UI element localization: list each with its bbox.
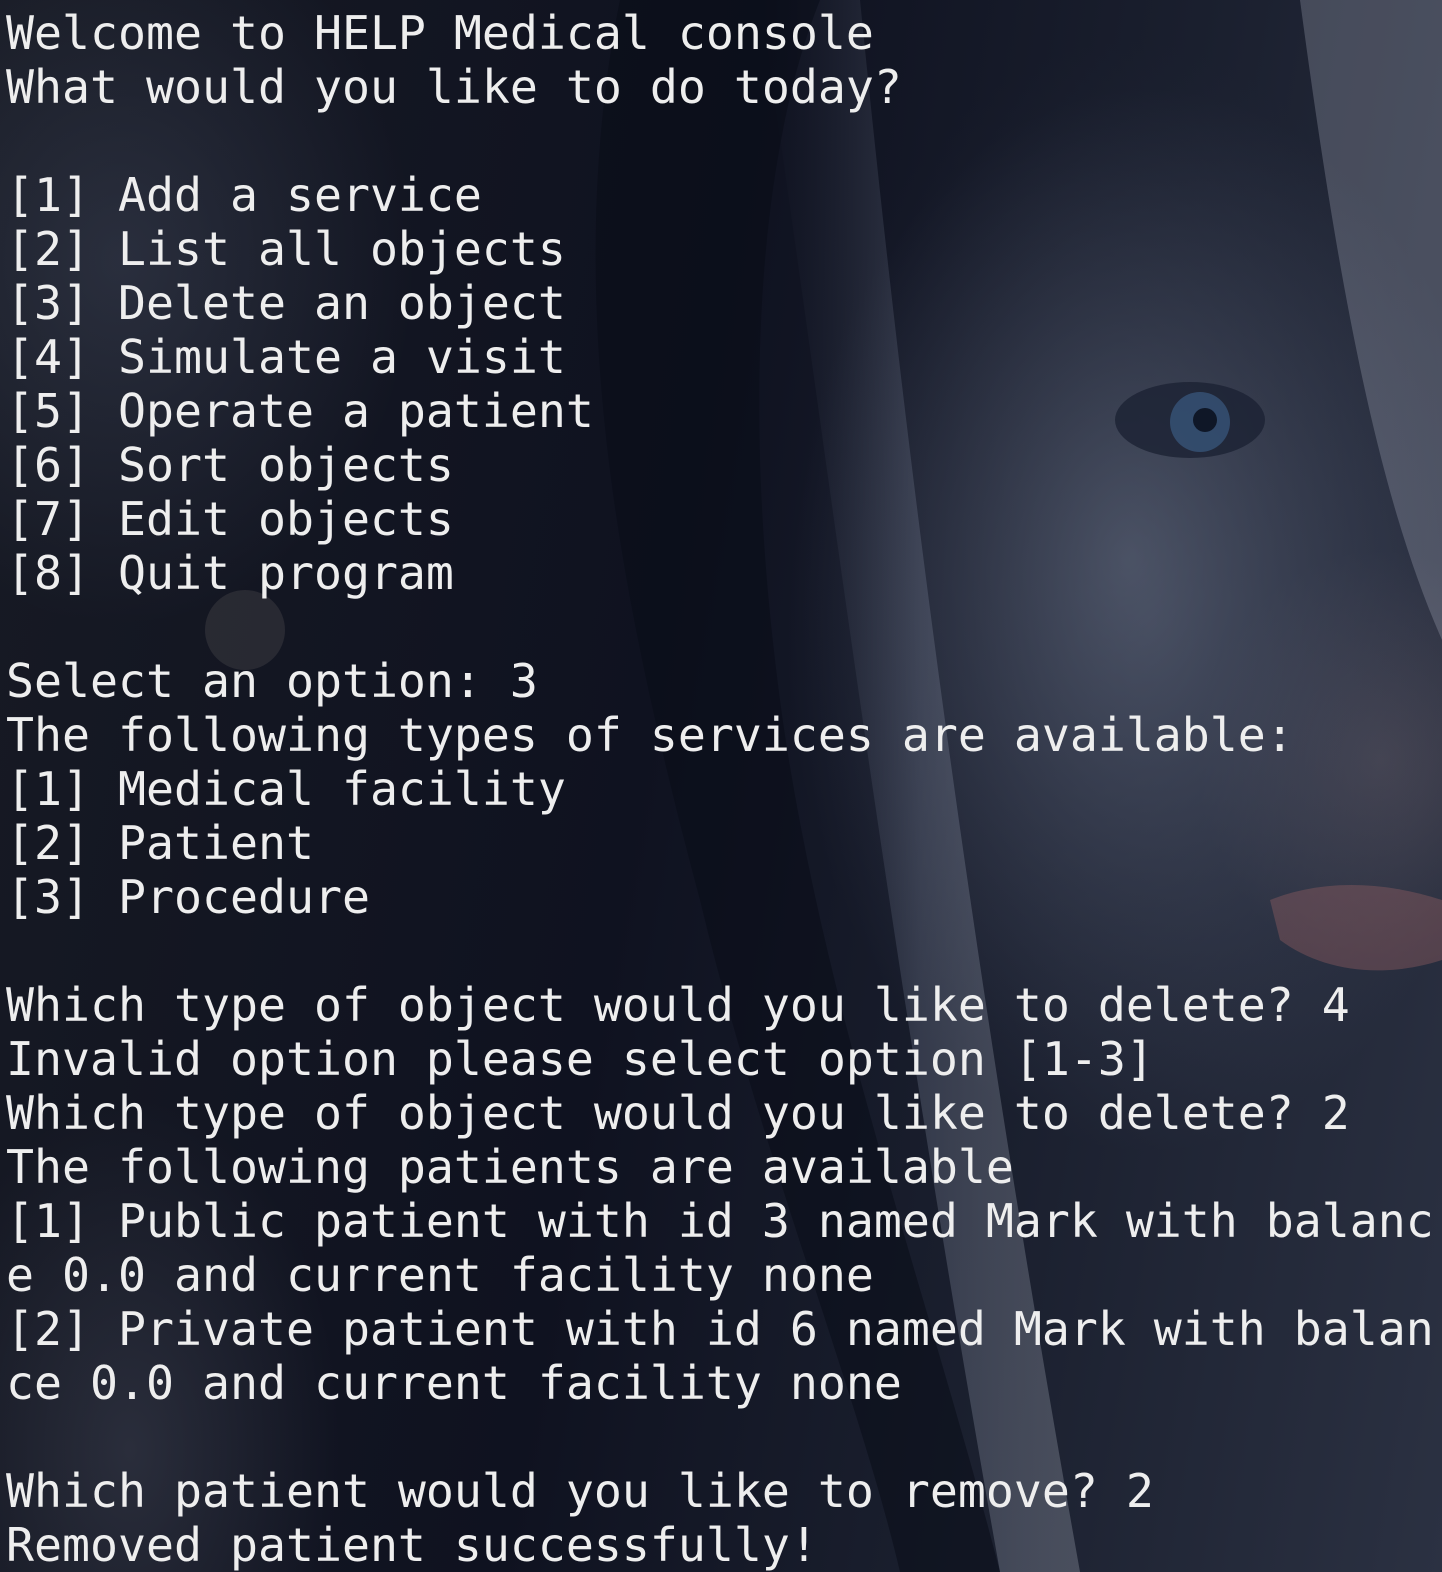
menu-option-simulate-visit: [4] Simulate a visit xyxy=(6,330,566,384)
service-type-medical-facility: [1] Medical facility xyxy=(6,762,566,816)
delete-type-prompt-line: Which type of object would you like to d… xyxy=(6,1086,1350,1140)
remove-patient-prompt-line: Which patient would you like to remove? … xyxy=(6,1464,1154,1518)
menu-option-delete-object: [3] Delete an object xyxy=(6,276,566,330)
prompt-question-line: What would you like to do today? xyxy=(6,60,902,114)
service-type-patient: [2] Patient xyxy=(6,816,314,870)
menu-option-quit: [8] Quit program xyxy=(6,546,454,600)
menu-option-operate-patient: [5] Operate a patient xyxy=(6,384,594,438)
success-message: Removed patient successfully! xyxy=(6,1518,818,1572)
patients-header: The following patients are available xyxy=(6,1140,1014,1194)
patient-list-item-2-wrap: ce 0.0 and current facility none xyxy=(6,1356,902,1410)
menu-option-sort-objects: [6] Sort objects xyxy=(6,438,454,492)
service-types-header: The following types of services are avai… xyxy=(6,708,1294,762)
patient-list-item-1-wrap: e 0.0 and current facility none xyxy=(6,1248,874,1302)
menu-option-list-objects: [2] List all objects xyxy=(6,222,566,276)
terminal-window[interactable]: Welcome to HELP Medical console What woul… xyxy=(0,0,1442,1572)
console-output[interactable]: Welcome to HELP Medical console What woul… xyxy=(6,6,1434,1572)
service-type-procedure: [3] Procedure xyxy=(6,870,370,924)
menu-option-add-service: [1] Add a service xyxy=(6,168,482,222)
welcome-line: Welcome to HELP Medical console xyxy=(6,6,874,60)
select-option-input-line: Select an option: 3 xyxy=(6,654,538,708)
patient-list-item-2: [2] Private patient with id 6 named Mark… xyxy=(6,1302,1434,1356)
menu-option-edit-objects: [7] Edit objects xyxy=(6,492,454,546)
invalid-option-message: Invalid option please select option [1-3… xyxy=(6,1032,1154,1086)
delete-type-prompt-line: Which type of object would you like to d… xyxy=(6,978,1350,1032)
patient-list-item-1: [1] Public patient with id 3 named Mark … xyxy=(6,1194,1434,1248)
